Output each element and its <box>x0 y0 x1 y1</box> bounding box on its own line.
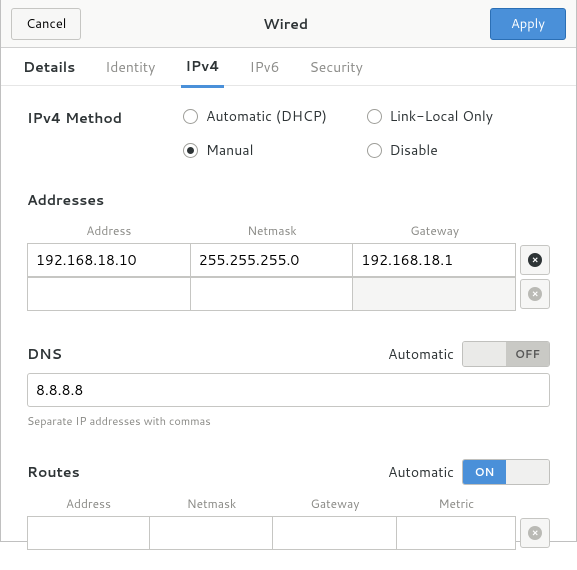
ipv4-method-row: IPv4 Method Automatic (DHCP) Manual Link… <box>27 106 550 160</box>
netmask-input[interactable] <box>191 243 354 277</box>
radio-dot-icon <box>367 143 382 158</box>
switch-off-text: OFF <box>506 460 549 484</box>
address-row: + <box>27 243 550 277</box>
delete-row-button[interactable]: + <box>520 245 550 275</box>
tab-identity[interactable]: Identity <box>101 48 159 86</box>
gateway-input[interactable] <box>353 243 516 277</box>
dns-automatic-label: Automatic <box>388 344 454 364</box>
switch-on-text: ON <box>463 342 506 366</box>
radio-manual[interactable]: Manual <box>183 140 367 160</box>
address-input[interactable] <box>27 243 191 277</box>
routes-automatic-switch[interactable]: ON OFF <box>462 459 550 485</box>
cancel-button[interactable]: Cancel <box>11 8 81 40</box>
route-address-input[interactable] <box>27 516 150 550</box>
close-icon: + <box>525 523 545 543</box>
apply-button[interactable]: Apply <box>490 8 566 40</box>
tab-ipv4[interactable]: IPv4 <box>181 47 223 88</box>
addresses-col-address: Address <box>27 218 191 243</box>
route-metric-input[interactable] <box>397 516 516 550</box>
delete-row-button[interactable]: + <box>520 279 550 309</box>
switch-off-text: OFF <box>506 342 549 366</box>
addresses-col-gateway: Gateway <box>353 218 516 243</box>
radio-automatic-label: Automatic (DHCP) <box>206 106 327 126</box>
dns-header: DNS Automatic ON OFF <box>27 341 550 367</box>
dns-automatic-switch[interactable]: ON OFF <box>462 341 550 367</box>
routes-automatic-label: Automatic <box>388 462 454 482</box>
radio-manual-label: Manual <box>206 140 253 160</box>
routes-col-metric: Metric <box>397 491 516 516</box>
routes-table: Address Netmask Gateway Metric + <box>27 491 550 550</box>
addresses-title: Addresses <box>27 190 550 210</box>
tab-ipv6[interactable]: IPv6 <box>246 48 284 86</box>
gateway-input[interactable] <box>353 277 516 311</box>
radio-dot-icon <box>367 109 382 124</box>
route-netmask-input[interactable] <box>150 516 273 550</box>
address-row: + <box>27 277 550 311</box>
tab-details[interactable]: Details <box>19 48 79 86</box>
routes-col-address: Address <box>27 491 150 516</box>
ipv4-method-label: IPv4 Method <box>27 106 183 160</box>
radio-link-local-label: Link-Local Only <box>390 106 494 126</box>
content: IPv4 Method Automatic (DHCP) Manual Link… <box>1 86 576 570</box>
close-icon: + <box>525 284 545 304</box>
dns-servers-input[interactable] <box>27 373 550 407</box>
dns-title: DNS <box>27 344 62 364</box>
routes-col-netmask: Netmask <box>150 491 273 516</box>
dialog-title: Wired <box>263 14 308 34</box>
netmask-input[interactable] <box>191 277 354 311</box>
switch-on-text: ON <box>463 460 506 484</box>
radio-disable-label: Disable <box>390 140 438 160</box>
route-gateway-input[interactable] <box>273 516 396 550</box>
routes-header: Routes Automatic ON OFF <box>27 459 550 485</box>
close-icon: + <box>525 250 545 270</box>
addresses-table: Address Netmask Gateway + + <box>27 218 550 311</box>
addresses-col-netmask: Netmask <box>191 218 354 243</box>
delete-row-button[interactable]: + <box>520 518 550 548</box>
radio-disable[interactable]: Disable <box>367 140 551 160</box>
radio-link-local[interactable]: Link-Local Only <box>367 106 551 126</box>
address-input[interactable] <box>27 277 191 311</box>
radio-dot-icon <box>183 109 198 124</box>
routes-col-gateway: Gateway <box>273 491 396 516</box>
radio-dot-icon <box>183 143 198 158</box>
headerbar: Cancel Wired Apply <box>1 0 576 48</box>
routes-title: Routes <box>27 462 80 482</box>
tabs: Details Identity IPv4 IPv6 Security <box>1 48 576 86</box>
tab-security[interactable]: Security <box>305 48 366 86</box>
radio-automatic[interactable]: Automatic (DHCP) <box>183 106 367 126</box>
route-row: + <box>27 516 550 550</box>
dns-hint: Separate IP addresses with commas <box>27 413 550 429</box>
